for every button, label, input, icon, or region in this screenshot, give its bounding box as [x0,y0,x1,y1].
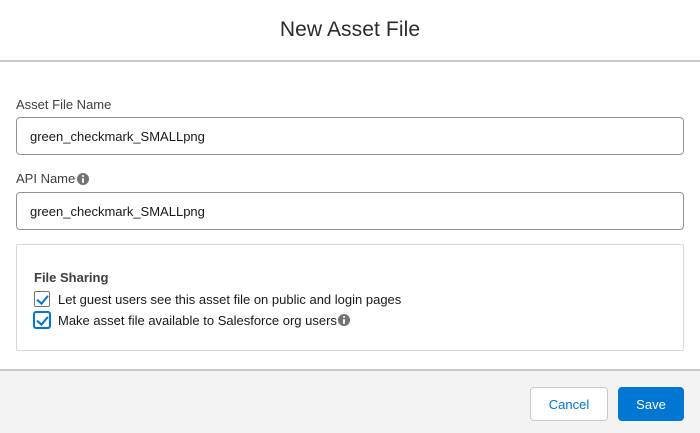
info-icon[interactable] [337,314,350,326]
org-users-option[interactable]: Make asset file available to Salesforce … [34,312,350,328]
guest-users-checkbox[interactable] [34,291,50,307]
info-icon[interactable] [77,172,90,185]
file-sharing-section: File Sharing Let guest users see this as… [16,244,684,351]
api-name-input[interactable] [16,192,684,230]
api-name-label-text: API Name [16,171,76,186]
guest-users-label: Let guest users see this asset file on p… [58,291,402,307]
modal-title: New Asset File [279,18,421,41]
cancel-button[interactable]: Cancel [530,387,608,421]
asset-file-name-input[interactable] [16,117,684,155]
guest-users-option[interactable]: Let guest users see this asset file on p… [34,291,401,307]
org-users-label: Make asset file available to Salesforce … [58,312,337,328]
file-sharing-title: File Sharing [34,270,109,285]
modal-footer: Cancel Save [0,369,700,433]
modal-header: New Asset File [0,0,700,62]
org-users-checkbox[interactable] [34,312,50,328]
asset-file-name-label: Asset File Name [16,97,111,112]
save-button[interactable]: Save [618,387,684,421]
api-name-label: API Name [16,171,90,186]
asset-file-name-label-text: Asset File Name [16,97,112,112]
